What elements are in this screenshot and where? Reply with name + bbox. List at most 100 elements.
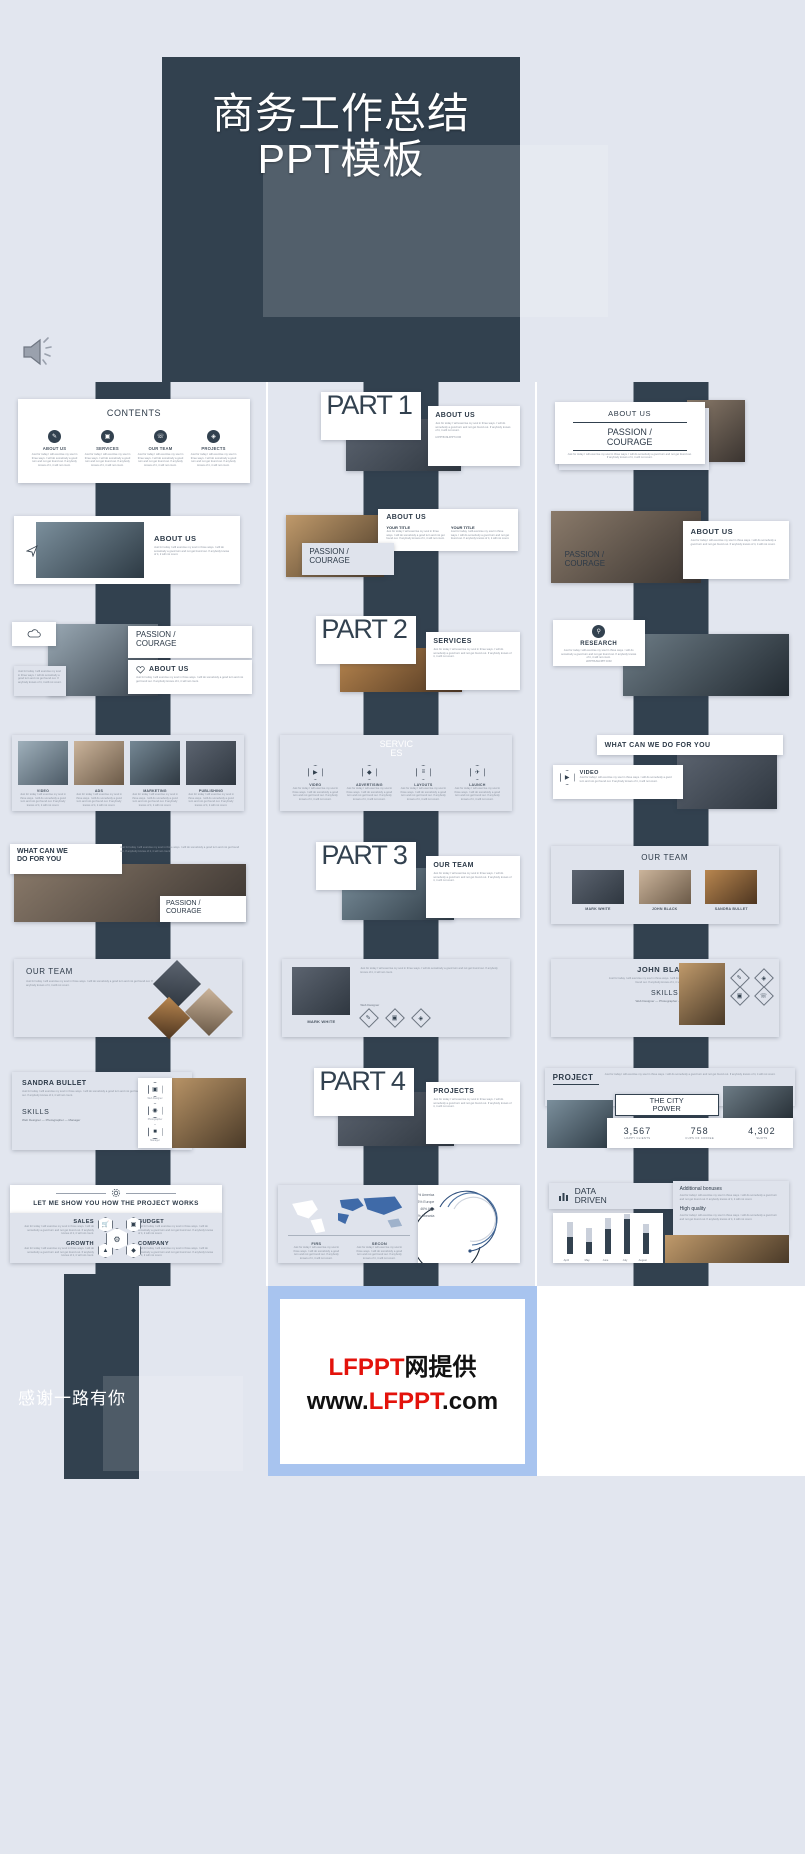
about-title-card: ABOUT US YOUR TITLE Just for today I wil… — [378, 509, 519, 551]
photo-tile — [130, 741, 180, 785]
brand-url-name: LFPPT — [368, 1387, 443, 1415]
photo-bridge — [546, 1100, 613, 1148]
legend-item: 75% America — [418, 1193, 435, 1197]
megaphone-icon: ◆ — [126, 1243, 141, 1258]
slide-thumb-project-works[interactable]: LET ME SHOW YOU HOW THE PROJECT WORKS SA… — [0, 1173, 269, 1286]
note-body: Just for today I will exercise my soul i… — [679, 1214, 778, 1221]
slide-thumb-about-us-desk[interactable]: Just for today I will exercise my soul i… — [0, 608, 269, 721]
contents-item-desc: Just for today I will exercise my soul i… — [190, 453, 237, 467]
about-title: ABOUT US — [154, 534, 197, 543]
about-body: Just for today I will exercise my soul i… — [690, 539, 776, 546]
slide-thumb-data-driven[interactable]: DATA DRIVEN Additional bonuses Just for … — [536, 1173, 805, 1286]
cloud-icon — [27, 629, 41, 638]
member-name: SANDRA BULLET — [714, 907, 748, 911]
member-card: Just for today I will exercise my soul i… — [282, 959, 511, 1037]
what-title-2: DO FOR YOU — [17, 856, 62, 864]
about-card: ABOUT US PASSION / COURAGE Just for toda… — [554, 402, 705, 464]
contents-item[interactable]: ✎ ABOUT US Just for today I will exercis… — [31, 430, 79, 468]
sub-item-body: Just for today I will exercise my soul i… — [386, 530, 445, 541]
data-title-2: DRIVEN — [574, 1195, 607, 1205]
services-text-card: SERVICES Just for today I will exercise … — [426, 632, 521, 690]
slide-thumb-services-icons[interactable]: SERVIC ES ▶ VIDEO Just for today I will … — [268, 721, 537, 834]
bar-chart-card: April May June July August — [552, 1213, 663, 1263]
slide-thumb-part-3[interactable]: PART 3 OUR TEAM Just for today I will ex… — [268, 834, 537, 947]
service-desc: Just for today I will exercise my soul i… — [400, 786, 447, 801]
paper-plane-icon — [25, 544, 38, 562]
contents-item[interactable]: ▣ SERVICES Just for today I will exercis… — [84, 430, 132, 468]
passion-line1: PASSION / — [166, 900, 201, 907]
team-member[interactable]: MARK WHITE — [571, 870, 624, 911]
member-name: MARK WHITE — [585, 907, 611, 911]
slide-thumb-what-can-we-do-2[interactable]: WHAT CAN WE DO FOR YOU Just for today I … — [0, 834, 269, 947]
member-body: Just for today I will exercise my soul i… — [360, 967, 498, 974]
passion-line2: COURAGE — [309, 555, 350, 565]
brand-suffix-cn: 网提供 — [404, 1353, 477, 1381]
cloud-icon-card — [12, 622, 56, 646]
project-works-title-card: LET ME SHOW YOU HOW THE PROJECT WORKS — [10, 1185, 222, 1213]
slide-thumb-about-us-passion[interactable]: ABOUT US PASSION / COURAGE Just for toda… — [536, 382, 805, 495]
slide-thumb-mark-white[interactable]: Just for today I will exercise my soul i… — [268, 947, 537, 1060]
video-icon: ▶ — [559, 770, 575, 785]
photo-city — [36, 522, 144, 578]
member-role: Web Designer — [360, 1003, 380, 1007]
team-member[interactable]: JOHN BLACK — [638, 870, 691, 911]
research-watermark: LFPPT8UNLFPPT.COM — [585, 659, 612, 663]
slide-thumb-john-black[interactable]: JOHN BLACK Just for today I will exercis… — [536, 947, 805, 1060]
slide-thumb-four-photos[interactable]: VIDEO Just for today I will exercise my … — [0, 721, 269, 834]
services-title-2: ES — [390, 748, 403, 759]
slide-thumb-contents[interactable]: CONTENTS ✎ ABOUT US Just for today I wil… — [0, 382, 269, 495]
slide-thumb-part-2[interactable]: PART 2 SERVICES Just for today I will ex… — [268, 608, 537, 721]
search-icon: ⚲ — [592, 625, 606, 638]
map-col-desc: Just for today I will exercise my soul i… — [293, 1246, 340, 1260]
research-body: Just for today I will exercise my soul i… — [561, 649, 637, 660]
member-role: Photographer — [659, 999, 678, 1004]
skill-diamond: ✎ — [359, 1008, 380, 1028]
slide-row-4: VIDEO Just for today I will exercise my … — [0, 721, 805, 834]
slide-thumb-part-4[interactable]: PART 4 PROJECTS Just for today I will ex… — [268, 1060, 537, 1173]
contents-item-label: OUR TEAM — [148, 446, 173, 451]
photo-phone — [664, 1235, 789, 1263]
service-item[interactable]: ≡ LAYOUTS Just for today I will exercise… — [399, 764, 447, 802]
passion-card: PASSION / COURAGE — [128, 626, 252, 658]
slide-row-7: SANDRA BULLET Just for today I will exer… — [0, 1060, 805, 1173]
slide-thumb-world-map-donut[interactable]: FIRS Just for today I will exercise my s… — [268, 1173, 537, 1286]
slide-thumb-about-us-photo-right[interactable]: ABOUT US Just for today I will exercise … — [0, 495, 269, 608]
part1-body: Just for today I will exercise my soul i… — [435, 422, 511, 433]
slide-thumb-research[interactable]: ⚲ RESEARCH Just for today I will exercis… — [536, 608, 805, 721]
slide-thumb-about-us-two-title[interactable]: ABOUT US YOUR TITLE Just for today I wil… — [268, 495, 537, 608]
slide-thumb-sandra-bullet[interactable]: SANDRA BULLET Just for today I will exer… — [0, 1060, 269, 1173]
photo-tile — [186, 741, 236, 785]
slide-thumb-thanks[interactable]: 感谢一路有你 — [0, 1274, 269, 1479]
contents-item[interactable]: ◈ PROJECTS Just for today I will exercis… — [190, 430, 238, 468]
team-card: OUR TEAM MARK WHITE JOHN BLACK SANDRA BU… — [550, 846, 779, 924]
slide-thumb-our-team-diamonds[interactable]: OUR TEAM Just for today I will exercise … — [0, 947, 269, 1060]
service-item[interactable]: ▶ VIDEO Just for today I will exercise m… — [291, 764, 339, 802]
about-subtitle-1: PASSION / — [607, 427, 652, 437]
team-member[interactable]: SANDRA BULLET — [705, 870, 758, 911]
slide-thumb-city-power[interactable]: PROJECT Just for today I will exercise m… — [536, 1060, 805, 1173]
skill-label: Manager — [150, 1139, 160, 1143]
stat-value: 3,567 — [623, 1126, 652, 1136]
contents-item-label: SERVICES — [96, 446, 119, 451]
bar-chart: April May June July August — [553, 1213, 663, 1263]
part-label: PART 3 — [321, 840, 408, 870]
service-item[interactable]: ◆ ADVERTISING Just for today I will exer… — [345, 764, 393, 802]
about-card: ABOUT US Just for today I will exercise … — [682, 521, 789, 579]
team-text-card: OUR TEAM Just for today I will exercise … — [426, 856, 521, 918]
photo-interior — [550, 511, 701, 583]
legend-item: 46% Asia — [420, 1207, 435, 1211]
contents-item[interactable]: ☏ OUR TEAM Just for today I will exercis… — [137, 430, 185, 468]
slide-thumb-our-team-three[interactable]: OUR TEAM MARK WHITE JOHN BLACK SANDRA BU… — [536, 834, 805, 947]
skill-label: Web Designer — [147, 1097, 163, 1100]
desc-card: Just for today I will exercise my soul i… — [14, 666, 66, 696]
photo-tile-desc: Just for today I will exercise my soul i… — [20, 793, 66, 807]
hero-title: 商务工作总结 PPT模板 — [162, 90, 520, 183]
skill-diamond: ▣ — [385, 1008, 406, 1028]
slide-thumb-what-can-we-do[interactable]: WHAT CAN WE DO FOR YOU ▶ VIDEO Just for … — [536, 721, 805, 834]
note-heading: High quality — [679, 1206, 706, 1213]
member-role: Web Designer — [635, 999, 655, 1004]
slide-thumb-part-1[interactable]: PART 1 ABOUT US Just for today I will ex… — [268, 382, 537, 495]
service-item[interactable]: ✈ LAUNCH Just for today I will exercise … — [453, 764, 501, 802]
slide-thumb-about-us-interior[interactable]: ABOUT US Just for today I will exercise … — [536, 495, 805, 608]
part-label: PART 2 — [321, 614, 408, 644]
